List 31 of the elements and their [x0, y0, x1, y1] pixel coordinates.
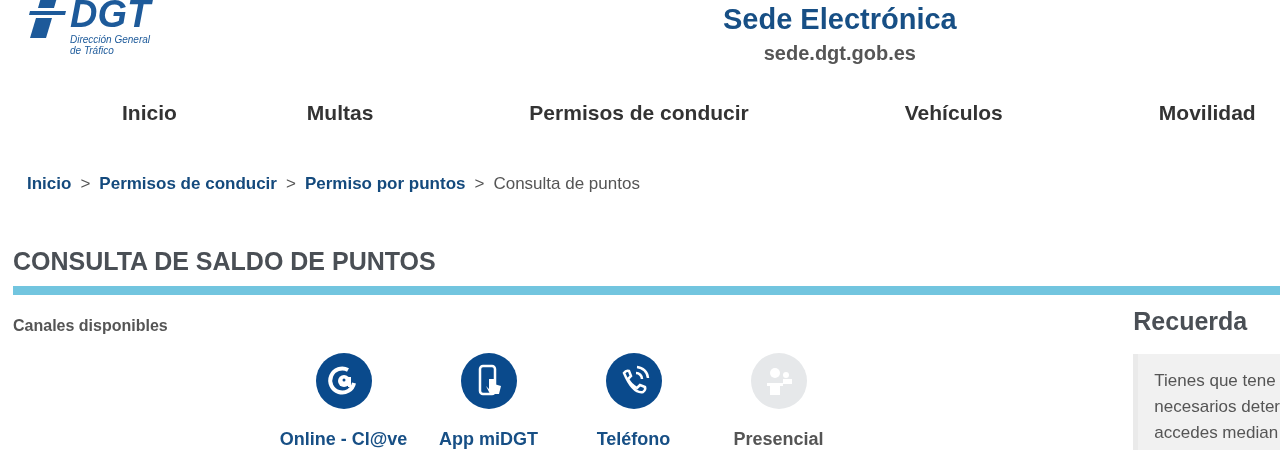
phone-call-icon[interactable] — [605, 353, 662, 409]
breadcrumb-separator-icon: > — [285, 174, 296, 194]
nav-link[interactable]: Movilidad — [1080, 101, 1280, 125]
breadcrumb-current: Consulta de puntos — [493, 174, 640, 194]
notice-text: necesarios deter — [1154, 396, 1280, 418]
site-title: Sede Electrónica — [723, 2, 957, 37]
breadcrumb-separator-icon: > — [80, 174, 91, 194]
breadcrumb-link[interactable]: Inicio — [27, 174, 72, 194]
breadcrumb-separator-icon: > — [474, 174, 485, 194]
section-label: Canales disponibles — [13, 317, 168, 334]
logo-icon — [28, 0, 68, 38]
at-sign-icon[interactable] — [315, 353, 372, 409]
logo-subtitle: de Tráfico — [70, 45, 115, 56]
notice-text: Tienes que tene — [1154, 370, 1277, 392]
breadcrumb-link[interactable]: Permiso por puntos — [304, 174, 466, 194]
nav-link[interactable]: Multas — [228, 101, 452, 125]
nav-link[interactable]: Inicio — [0, 101, 229, 125]
sidebar-title: Recuerda — [1133, 307, 1249, 336]
page-title: CONSULTA DE SALDO DE PUNTOS — [13, 246, 437, 277]
channel-link[interactable]: App miDGT — [439, 429, 538, 450]
phone-tap-icon[interactable] — [460, 353, 517, 409]
logo-text: DGT — [70, 0, 151, 34]
dgt-logo[interactable]: DGT Dirección General de Tráfico — [28, 0, 278, 80]
logo-subtitle: Dirección General — [70, 34, 151, 45]
notice-text: accedes median — [1154, 422, 1280, 444]
nav-link[interactable]: Vehículos — [826, 101, 1081, 125]
site-url: sede.dgt.gob.es — [763, 41, 916, 66]
breadcrumb-link[interactable]: Permisos de conducir — [99, 174, 277, 194]
channel-link[interactable]: Online - Cl@ve — [279, 429, 408, 450]
channel-link[interactable]: Teléfono — [596, 429, 671, 450]
nav-link[interactable]: Permisos de conducir — [451, 101, 827, 125]
